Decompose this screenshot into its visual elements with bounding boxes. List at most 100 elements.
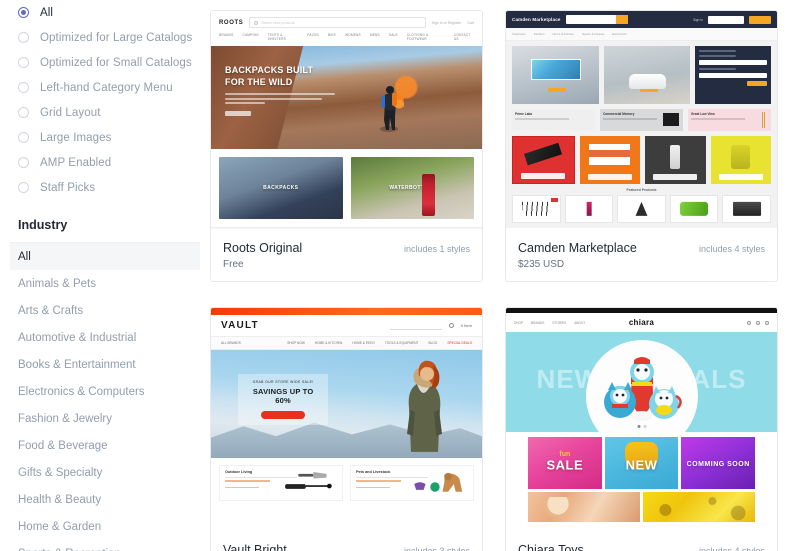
nav-item[interactable]: CONTACT US: [454, 33, 474, 41]
nav-item[interactable]: Electronics: [612, 32, 627, 36]
tile-button[interactable]: [718, 174, 763, 180]
chiara-tile-sale[interactable]: fun SALE: [528, 437, 602, 489]
username-field[interactable]: [699, 60, 767, 65]
radio-icon[interactable]: [18, 107, 29, 118]
filter-option-staff-picks[interactable]: Staff Picks: [10, 175, 200, 200]
hero-cta-button[interactable]: [261, 410, 306, 419]
camden-tile-health-diet[interactable]: [710, 136, 771, 184]
camden-band-great-low-view[interactable]: Great Low View: [688, 109, 771, 131]
industry-item-animals-pets[interactable]: Animals & Pets: [10, 270, 200, 297]
filter-option-optimized-small-catalogs[interactable]: Optimized for Small Catalogs: [10, 50, 200, 75]
hero-cta-button[interactable]: [225, 111, 251, 116]
password-field[interactable]: [699, 73, 767, 78]
featured-product[interactable]: [617, 195, 666, 223]
carousel-dots[interactable]: [637, 425, 646, 428]
radio-icon[interactable]: [18, 7, 29, 18]
camden-band-prime-labs[interactable]: Prime Labs: [512, 109, 595, 131]
industry-item-food-beverage[interactable]: Food & Beverage: [10, 432, 200, 459]
filter-option-grid-layout[interactable]: Grid Layout: [10, 100, 200, 125]
roots-account-link[interactable]: Sign in or Register: [432, 21, 462, 25]
promo-button[interactable]: [548, 87, 567, 92]
industry-item-electronics-computers[interactable]: Electronics & Computers: [10, 378, 200, 405]
nav-item[interactable]: BRANDS: [531, 321, 544, 325]
industry-item-home-garden[interactable]: Home & Garden: [10, 513, 200, 540]
nav-item[interactable]: BIKE: [328, 33, 336, 41]
featured-product[interactable]: [512, 195, 561, 223]
filter-option-large-images[interactable]: Large Images: [10, 125, 200, 150]
nav-item[interactable]: Fashion: [534, 32, 545, 36]
camden-login-panel[interactable]: [695, 46, 771, 104]
tile-button[interactable]: [587, 174, 632, 180]
radio-icon[interactable]: [18, 32, 29, 43]
filter-option-amp-enabled[interactable]: AMP Enabled: [10, 150, 200, 175]
nav-item[interactable]: SHOP NOW: [287, 341, 305, 345]
chiara-tile-coming-soon[interactable]: COMMING SOON: [681, 437, 756, 489]
industry-item-all[interactable]: All: [10, 243, 200, 270]
nav-item[interactable]: BRANDS: [219, 33, 233, 41]
nav-item[interactable]: BLOG: [428, 341, 437, 345]
theme-preview-camden[interactable]: Camden Marketplace Sign In Clearance Fas…: [506, 11, 777, 229]
industry-item-health-beauty[interactable]: Health & Beauty: [10, 486, 200, 513]
nav-item[interactable]: Sports & Fitness: [582, 32, 604, 36]
industry-item-arts-crafts[interactable]: Arts & Crafts: [10, 297, 200, 324]
nav-item[interactable]: CAMPING: [242, 33, 258, 41]
chiara-tile-yellow-pattern[interactable]: [643, 492, 755, 522]
tile-button[interactable]: [653, 174, 698, 180]
nav-item[interactable]: ABOUT: [574, 321, 585, 325]
vault-search-input[interactable]: [389, 322, 442, 330]
carousel-dot[interactable]: [637, 425, 640, 428]
nav-item[interactable]: HOME & PATIO: [352, 341, 375, 345]
radio-icon[interactable]: [18, 157, 29, 168]
theme-preview-roots[interactable]: ROOTS Search store products Sign in or R…: [211, 11, 482, 229]
nav-item[interactable]: HOME & KITCHEN: [315, 341, 342, 345]
nav-item[interactable]: Clearance: [512, 32, 526, 36]
chiara-tile-kids-photo[interactable]: [528, 492, 640, 522]
filter-option-optimized-large-catalogs[interactable]: Optimized for Large Catalogs: [10, 25, 200, 50]
nav-item[interactable]: SHOP: [514, 321, 523, 325]
account-icon[interactable]: [756, 320, 760, 325]
featured-product[interactable]: [669, 195, 719, 223]
radio-icon[interactable]: [18, 57, 29, 68]
camden-band-commercial-memory[interactable]: Commercial Memory: [600, 109, 683, 131]
theme-card-camden-marketplace[interactable]: Camden Marketplace Sign In Clearance Fas…: [505, 10, 778, 282]
theme-preview-chiara[interactable]: SHOP BRANDS STORIES ABOUT chiara NEW ARR…: [506, 308, 777, 526]
industry-item-gifts-specialty[interactable]: Gifts & Specialty: [10, 459, 200, 486]
industry-item-fashion-jewelry[interactable]: Fashion & Jewelry: [10, 405, 200, 432]
radio-icon[interactable]: [18, 182, 29, 193]
search-icon[interactable]: [448, 323, 454, 328]
industry-item-sports-recreation[interactable]: Sports & Recreation: [10, 540, 200, 551]
camden-tile-cosmetics[interactable]: [579, 136, 640, 184]
radio-icon[interactable]: [18, 82, 29, 93]
featured-product[interactable]: [564, 195, 614, 223]
cart-icon[interactable]: 0 Item: [461, 323, 472, 328]
radio-icon[interactable]: [18, 132, 29, 143]
roots-search-input[interactable]: Search store products: [249, 17, 426, 28]
camden-secondary-input[interactable]: [708, 15, 744, 24]
sign-in-button[interactable]: [746, 81, 767, 86]
cart-icon[interactable]: Cart: [467, 21, 474, 25]
industry-item-automotive-industrial[interactable]: Automotive & Industrial: [10, 324, 200, 351]
nav-item[interactable]: MENS: [370, 33, 380, 41]
vault-band-outdoor-living[interactable]: Outdoor Living: [219, 465, 343, 501]
theme-card-roots-original[interactable]: ROOTS Search store products Sign in or R…: [210, 10, 483, 282]
featured-product[interactable]: [722, 195, 771, 223]
camden-tile-cameras[interactable]: [512, 136, 575, 184]
camden-account-link[interactable]: Sign In: [693, 18, 703, 22]
nav-item[interactable]: Home & Kitchen: [552, 32, 574, 36]
vault-band-pets-livestock[interactable]: Pets and Livestock: [350, 465, 474, 501]
theme-card-chiara-toys[interactable]: SHOP BRANDS STORIES ABOUT chiara NEW ARR…: [505, 307, 778, 551]
camden-promo-speaker[interactable]: [603, 46, 691, 104]
camden-promo-tv[interactable]: [512, 46, 599, 104]
camden-header-button[interactable]: [749, 15, 771, 24]
category-tile-backpacks[interactable]: BACKPACKS: [219, 157, 343, 219]
industry-item-books-entertainment[interactable]: Books & Entertainment: [10, 351, 200, 378]
carousel-dot[interactable]: [643, 425, 646, 428]
camden-tile-personal-care[interactable]: [645, 136, 706, 184]
nav-item[interactable]: STORIES: [552, 321, 566, 325]
theme-preview-vault[interactable]: VAULT 0 Item ALL BRANDS SHOP NOW HOME & …: [211, 308, 482, 526]
cart-icon[interactable]: [765, 320, 769, 325]
camden-search-input[interactable]: [565, 15, 628, 24]
nav-item-special-deals[interactable]: SPECIAL DEALS: [447, 341, 472, 345]
tile-button[interactable]: [521, 173, 566, 179]
theme-card-vault-bright[interactable]: VAULT 0 Item ALL BRANDS SHOP NOW HOME & …: [210, 307, 483, 551]
